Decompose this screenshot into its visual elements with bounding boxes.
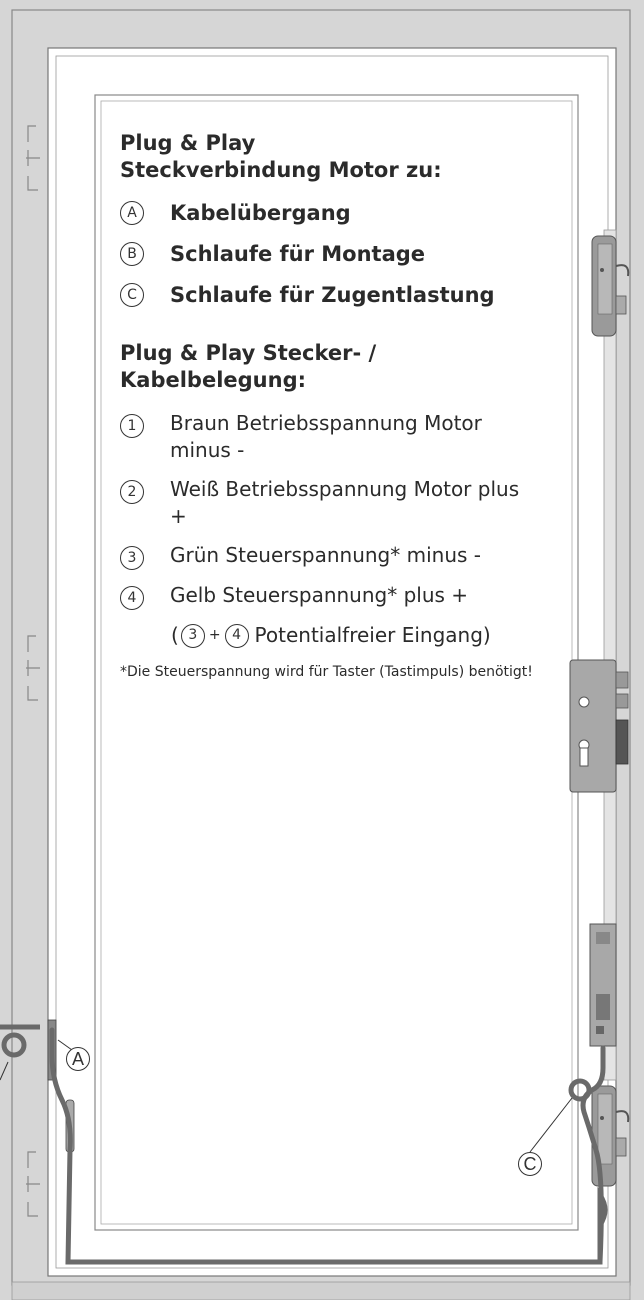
footnote: *Die Steuerspannung wird für Taster (Tas… [120,664,533,680]
legend-item-a: A Kabelübergang [120,198,560,228]
number-badge: 4 [224,623,249,648]
legend-item-c: C Schlaufe für Zugentlastung [120,280,560,310]
number-badge: 3 [120,546,144,570]
number-badge: 4 [120,586,144,610]
pin-item-2: 2 Weiß Betriebsspannung Motor plus + [120,476,560,530]
callout-a: A [66,1047,90,1071]
pin-item-3: 3 Grün Steuerspannung* minus - [120,542,560,570]
legend-panel: Plug & Play Steckverbindung Motor zu: A … [120,130,560,696]
legend-item-b: B Schlaufe für Montage [120,239,560,269]
callout-c: C [518,1152,542,1176]
number-badge: 3 [180,623,205,648]
letter-badge: B [120,242,144,266]
letter-badge: A [120,201,144,225]
pin-item-1: 1 Braun Betriebsspannung Motor minus - [120,410,560,464]
motor-unit [589,923,617,1047]
number-badge: 2 [120,480,144,504]
letter-badge: C [120,283,144,307]
potential-free-input: ( 3 + 4 Potentialfreier Eingang) [171,623,491,648]
heading-pin-assignment: Plug & Play Stecker- / Kabelbelegung: [120,341,377,392]
number-badge: 1 [120,414,144,438]
heading-plug-play-connection: Plug & Play Steckverbindung Motor zu: [120,131,442,182]
pin-item-4: 4 Gelb Steuerspannung* plus + [120,582,560,610]
